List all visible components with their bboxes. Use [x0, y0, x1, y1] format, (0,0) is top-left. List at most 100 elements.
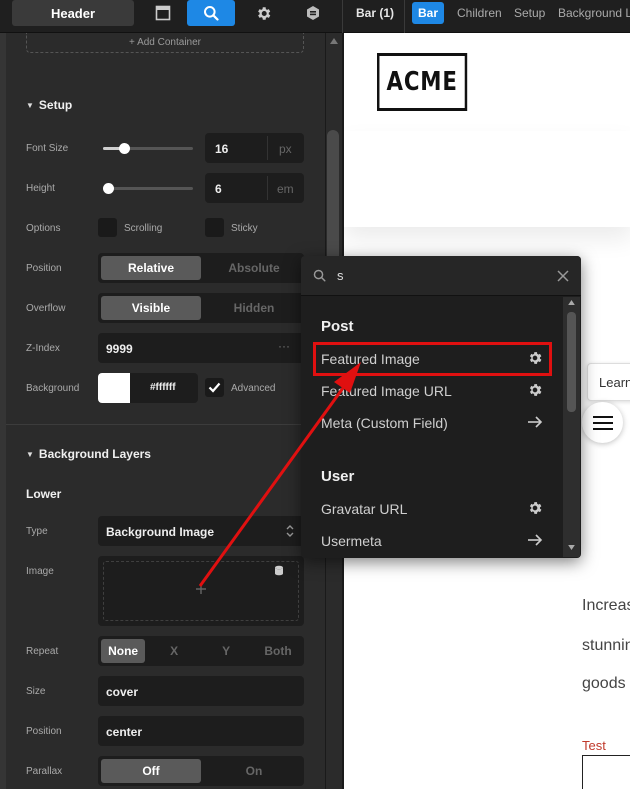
- tab-setup[interactable]: Setup: [514, 0, 545, 26]
- add-container-button[interactable]: + Add Container: [26, 33, 304, 53]
- repeat-label: Repeat: [26, 646, 59, 657]
- popup-scrollbar-thumb[interactable]: [567, 312, 576, 412]
- unit-divider: [267, 136, 268, 160]
- repeat-none-option[interactable]: None: [101, 639, 146, 663]
- layout-tab[interactable]: [139, 0, 187, 26]
- scroll-down-icon[interactable]: [568, 545, 575, 550]
- advanced-checkbox[interactable]: [205, 378, 224, 397]
- post-group-title: Post: [321, 318, 354, 335]
- size-label: Size: [26, 686, 46, 697]
- font-size-unit[interactable]: px: [279, 142, 292, 156]
- header-bar-preview[interactable]: [344, 131, 630, 227]
- toolbar-divider: [342, 0, 343, 33]
- scrolling-checkbox[interactable]: [98, 218, 117, 237]
- search-icon: [204, 6, 219, 21]
- breadcrumb-bar-active[interactable]: Bar: [412, 2, 444, 24]
- background-color-picker[interactable]: #ffffff: [98, 373, 198, 403]
- scrolling-label: Scrolling: [124, 223, 163, 234]
- type-value: Background Image: [106, 525, 215, 539]
- featured-image-url-item[interactable]: Featured Image URL: [321, 383, 452, 399]
- height-slider[interactable]: [103, 187, 193, 190]
- close-icon[interactable]: [557, 270, 569, 282]
- parallax-off-option[interactable]: Off: [101, 759, 201, 783]
- position-absolute-option[interactable]: Absolute: [204, 253, 304, 283]
- background-color-value: #ffffff: [150, 382, 176, 393]
- position-segmented-control: Relative Absolute: [98, 253, 304, 283]
- dynamic-content-popup: s Post Featured Image Featured Image URL…: [301, 256, 581, 558]
- repeat-y-option[interactable]: Y: [200, 636, 252, 666]
- breadcrumb-bar-count[interactable]: Bar (1): [346, 0, 404, 26]
- z-index-more-icon[interactable]: ···: [278, 339, 290, 353]
- search-tab[interactable]: [187, 0, 235, 26]
- height-unit[interactable]: em: [277, 182, 294, 196]
- database-icon[interactable]: [274, 565, 284, 576]
- gravatar-url-item[interactable]: Gravatar URL: [321, 501, 407, 517]
- plus-icon[interactable]: [195, 583, 207, 595]
- tab-children[interactable]: Children: [457, 0, 502, 26]
- component-icon: [307, 6, 319, 20]
- usermeta-item[interactable]: Usermeta: [321, 533, 382, 549]
- position-relative-option[interactable]: Relative: [101, 256, 201, 280]
- overflow-segmented-control: Visible Hidden: [98, 293, 304, 323]
- body-text-line: stunnin: [582, 637, 630, 654]
- height-slider-thumb[interactable]: [102, 183, 114, 194]
- acme-logo[interactable]: ACME: [377, 53, 468, 111]
- select-arrows-icon: [286, 525, 294, 537]
- meta-custom-field-item[interactable]: Meta (Custom Field): [321, 415, 448, 431]
- bg-position-label: Position: [26, 726, 62, 737]
- parallax-segmented-control: Off On: [98, 756, 304, 786]
- z-index-label: Z-Index: [26, 343, 60, 354]
- scroll-up-icon[interactable]: [568, 300, 575, 305]
- background-layers-section-header[interactable]: ▼ Background Layers: [26, 447, 151, 461]
- parallax-label: Parallax: [26, 766, 63, 777]
- background-label: Background: [26, 383, 80, 394]
- overflow-hidden-option[interactable]: Hidden: [204, 293, 304, 323]
- arrow-right-icon[interactable]: [527, 414, 543, 430]
- learn-button[interactable]: Learn: [587, 363, 630, 401]
- search-icon: [313, 269, 326, 282]
- color-swatch: [98, 373, 130, 403]
- repeat-both-option[interactable]: Both: [252, 636, 304, 666]
- top-toolbar: Header Bar (1) Bar Children Setup Backgr…: [0, 0, 630, 33]
- gear-icon[interactable]: [527, 382, 543, 398]
- parallax-on-option[interactable]: On: [204, 756, 304, 786]
- settings-tab[interactable]: [239, 0, 287, 26]
- setup-section-header[interactable]: ▼ Setup: [26, 98, 72, 112]
- position-label: Position: [26, 263, 62, 274]
- setup-title: Setup: [38, 98, 73, 112]
- sticky-checkbox[interactable]: [205, 218, 224, 237]
- sticky-label: Sticky: [231, 223, 258, 234]
- overflow-label: Overflow: [26, 303, 66, 314]
- section-divider: [6, 424, 325, 425]
- font-size-value: 16: [215, 142, 229, 156]
- test-input[interactable]: [582, 755, 630, 789]
- body-text-line: Increas: [582, 597, 630, 614]
- gear-icon[interactable]: [527, 500, 543, 516]
- image-dropzone[interactable]: [98, 556, 304, 626]
- repeat-x-option[interactable]: X: [148, 636, 200, 666]
- component-tab[interactable]: [289, 0, 337, 26]
- overflow-visible-option[interactable]: Visible: [101, 296, 201, 320]
- popup-search-bar[interactable]: s: [301, 256, 581, 296]
- font-size-slider-thumb[interactable]: [118, 143, 130, 154]
- popup-search-input[interactable]: s: [337, 268, 344, 283]
- size-value: cover: [106, 685, 139, 699]
- tab-background-layers[interactable]: Background L: [558, 0, 630, 26]
- scroll-up-icon[interactable]: [330, 38, 338, 44]
- bg-position-value: center: [106, 725, 143, 739]
- menu-toggle-button[interactable]: [582, 402, 623, 443]
- add-container-label: + Add Container: [129, 37, 201, 48]
- height-value: 6: [215, 182, 222, 196]
- caret-down-icon: ▼: [26, 100, 34, 110]
- element-header-button[interactable]: Header: [12, 0, 134, 26]
- arrow-right-icon[interactable]: [527, 532, 543, 548]
- type-label: Type: [26, 526, 48, 537]
- advanced-label: Advanced: [231, 383, 276, 394]
- test-field-label: Test: [582, 738, 606, 753]
- highlight-box: [313, 342, 552, 376]
- body-text-line: goods: [582, 675, 626, 692]
- unit-divider: [267, 176, 268, 200]
- layout-icon: [155, 5, 171, 21]
- caret-down-icon: ▼: [26, 449, 34, 459]
- lower-layer-title: Lower: [26, 487, 62, 501]
